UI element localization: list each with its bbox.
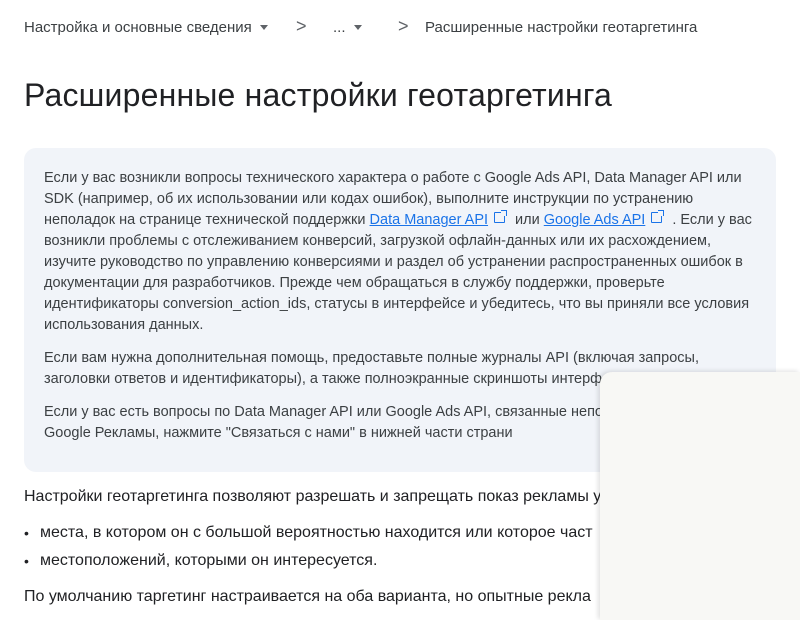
breadcrumb-item-label[interactable]: Настройка и основные сведения	[24, 19, 252, 36]
chevron-down-icon[interactable]	[259, 25, 268, 30]
breadcrumb: Настройка и основные сведения > ... > Ра…	[0, 0, 800, 56]
notice-text: или	[511, 212, 544, 228]
external-link-icon[interactable]	[651, 210, 665, 223]
breadcrumb-item-label[interactable]: ...	[333, 19, 346, 36]
overlay-panel[interactable]	[600, 372, 800, 620]
data-manager-api-link[interactable]: Data Manager API	[370, 212, 489, 228]
notice-text: . Если у вас возникли проблемы с отслежи…	[44, 212, 752, 333]
chevron-down-icon[interactable]	[353, 25, 362, 30]
breadcrumb-item-more[interactable]: ...	[333, 19, 362, 36]
breadcrumb-item-setup[interactable]: Настройка и основные сведения	[24, 19, 268, 36]
page-title: Расширенные настройки геотаргетинга	[24, 77, 613, 113]
google-ads-api-link[interactable]: Google Ads API	[544, 212, 646, 228]
external-link-icon[interactable]	[494, 210, 508, 223]
breadcrumb-separator: >	[398, 16, 409, 36]
breadcrumb-item-current: Расширенные настройки геотаргетинга	[425, 19, 697, 36]
breadcrumb-separator: >	[296, 16, 307, 36]
notice-paragraph: Если у вас возникли вопросы технического…	[44, 168, 756, 336]
breadcrumb-item-label: Расширенные настройки геотаргетинга	[425, 19, 698, 36]
